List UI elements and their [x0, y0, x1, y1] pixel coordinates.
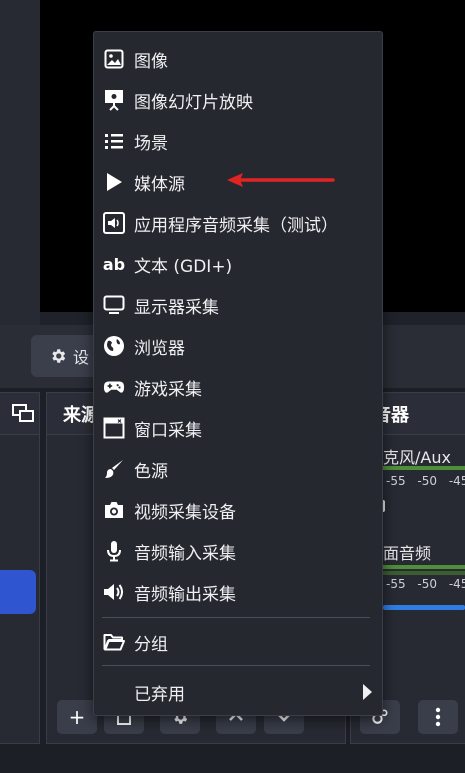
menu-item-group[interactable]: 分组: [94, 623, 382, 661]
menu-item-label: 窗口采集: [134, 420, 202, 441]
menu-item-label: 分组: [134, 634, 168, 655]
settings-label: 设: [73, 348, 90, 367]
menu-item-deprecated[interactable]: 已弃用: [94, 673, 382, 711]
menu-item-label: 文本 (GDI+): [134, 256, 233, 277]
mixer-channel-mic-scale: -55 -50 -45: [386, 474, 465, 488]
camera-icon: [103, 499, 125, 521]
gear-icon: [52, 349, 66, 363]
microphone-icon: [103, 540, 125, 562]
submenu-arrow-icon: [363, 684, 372, 700]
play-icon: [103, 171, 125, 193]
scene-item-selected[interactable]: [0, 570, 36, 614]
menu-item-video-capture-device[interactable]: 视频采集设备: [94, 491, 382, 529]
menu-separator: [102, 665, 370, 666]
mixer-channel-mic-label: 克风/Aux: [383, 448, 451, 467]
sources-title: 来源: [63, 404, 99, 426]
menu-item-label: 音频输出采集: [134, 584, 236, 605]
menu-item-label: 显示器采集: [134, 297, 219, 318]
menu-item-label: 音频输入采集: [134, 543, 236, 564]
mixer-channel-desktop-meter-r: [383, 571, 465, 575]
add-source-button[interactable]: +: [57, 700, 97, 734]
brush-icon: [103, 458, 125, 480]
menu-item-label: 游戏采集: [134, 379, 202, 400]
menu-item-scene[interactable]: 场景: [94, 122, 382, 160]
add-source-context-menu: 图像 图像幻灯片放映 场景 媒体源 应用程序音频采集（测试） ab 文本 (GD…: [93, 31, 383, 716]
menu-item-window-capture[interactable]: 窗口采集: [94, 409, 382, 447]
slideshow-icon: [103, 89, 125, 111]
gamepad-icon: [103, 376, 125, 398]
image-icon: [103, 48, 125, 70]
obs-window: 设 来源 混音器 克风/Aux -55 -50 -45 面音频 -55 -50 …: [0, 0, 465, 773]
list-icon: [103, 130, 125, 152]
mixer-channel-mic-meter: [383, 466, 465, 470]
mixer-channel-desktop-meter-l: [383, 565, 465, 569]
menu-item-image[interactable]: 图像: [94, 40, 382, 78]
mixer-channel-desktop-fader[interactable]: [383, 605, 465, 610]
menu-item-label: 图像: [134, 51, 168, 72]
menu-item-label: 视频采集设备: [134, 502, 236, 523]
menu-item-image-slideshow[interactable]: 图像幻灯片放映: [94, 81, 382, 119]
folder-icon: [103, 631, 125, 653]
menu-item-label: 色源: [134, 461, 168, 482]
menu-item-label: 已弃用: [134, 684, 185, 705]
globe-icon: [103, 335, 125, 357]
plus-icon: +: [68, 705, 86, 729]
menu-item-audio-input-capture[interactable]: 音频输入采集: [94, 532, 382, 570]
menu-item-display-capture[interactable]: 显示器采集: [94, 286, 382, 324]
scenes-dock: [0, 392, 40, 744]
menu-item-label: 浏览器: [134, 338, 185, 359]
mixer-channel-desktop-label: 面音频: [383, 544, 432, 563]
menu-item-audio-output-capture[interactable]: 音频输出采集: [94, 573, 382, 611]
monitor-icon: [103, 294, 125, 316]
mixer-menu-button[interactable]: [418, 700, 458, 734]
dock-float-icon[interactable]: [12, 402, 34, 424]
mixer-channel-desktop-scale: -55 -50 -45: [386, 577, 465, 591]
status-bar: [0, 744, 465, 773]
menu-item-label: 媒体源: [134, 174, 185, 195]
menu-item-label: 场景: [134, 133, 168, 154]
menu-item-color-source[interactable]: 色源: [94, 450, 382, 488]
app-audio-icon: [103, 212, 125, 234]
annotation-arrow: [227, 173, 335, 187]
text-ab-icon: ab: [102, 254, 126, 274]
more-vertical-icon: [435, 707, 441, 727]
menu-separator: [102, 617, 370, 618]
menu-item-text-gdi[interactable]: ab 文本 (GDI+): [94, 245, 382, 283]
speaker-icon: [103, 581, 125, 603]
menu-item-browser[interactable]: 浏览器: [94, 327, 382, 365]
menu-item-app-audio-capture[interactable]: 应用程序音频采集（测试）: [94, 204, 382, 242]
window-icon: [103, 417, 125, 439]
menu-item-game-capture[interactable]: 游戏采集: [94, 368, 382, 406]
menu-item-label: 应用程序音频采集（测试）: [134, 215, 338, 236]
left-panel-background: [0, 0, 40, 325]
menu-item-label: 图像幻灯片放映: [134, 92, 253, 113]
